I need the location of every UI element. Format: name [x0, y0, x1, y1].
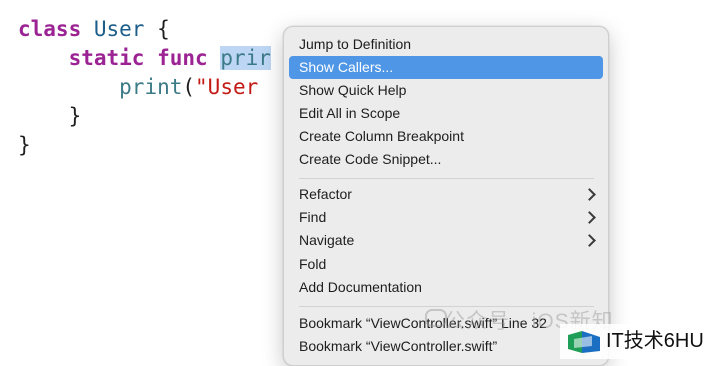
code-keyword-static: static — [68, 46, 145, 70]
menu-item-label: Show Quick Help — [299, 82, 407, 98]
code-type-name: User — [93, 17, 145, 41]
menu-item-label: Find — [299, 209, 327, 225]
chevron-right-icon — [583, 211, 596, 224]
code-line-1[interactable]: class User { — [18, 15, 170, 44]
code-keyword-class: class — [18, 17, 82, 41]
chevron-right-icon — [583, 234, 596, 247]
code-open-brace: { — [144, 17, 170, 41]
menu-item-label: Edit All in Scope — [299, 105, 401, 121]
menu-item-label: Navigate — [299, 232, 355, 248]
menu-item-navigate[interactable]: Navigate — [289, 229, 603, 252]
menu-item-fold[interactable]: Fold — [289, 253, 603, 276]
menu-item-label: Add Documentation — [299, 279, 422, 295]
menu-separator — [299, 178, 594, 179]
menu-item-label: Show Callers... — [299, 59, 394, 75]
code-line-3[interactable]: print("User — [18, 73, 258, 102]
menu-item-create-column-breakpoint[interactable]: Create Column Breakpoint — [289, 125, 603, 148]
code-print-call: print — [119, 75, 183, 99]
code-selected-function-name[interactable]: prir — [220, 46, 271, 70]
code-line-5[interactable]: } — [18, 131, 31, 160]
brand-name: IT技术6HU — [606, 330, 704, 352]
menu-item-edit-all-in-scope[interactable]: Edit All in Scope — [289, 102, 603, 125]
menu-item-create-code-snippet[interactable]: Create Code Snippet... — [289, 148, 603, 171]
code-string-literal: "User — [195, 75, 259, 99]
brand-badge: IT技术6HU — [560, 324, 720, 359]
chevron-right-icon — [583, 188, 596, 201]
menu-item-bookmark-file[interactable]: Bookmark “ViewController.swift” — [289, 335, 603, 358]
brand-logo-icon — [568, 331, 600, 353]
code-keyword-func: func — [157, 46, 208, 70]
menu-item-add-documentation[interactable]: Add Documentation — [289, 276, 603, 299]
code-open-paren: ( — [182, 75, 196, 99]
menu-item-label: Jump to Definition — [299, 36, 412, 52]
menu-item-show-callers[interactable]: Show Callers... — [289, 56, 603, 79]
menu-item-label: Create Code Snippet... — [299, 151, 442, 167]
menu-item-find[interactable]: Find — [289, 206, 603, 229]
menu-item-refactor[interactable]: Refactor — [289, 183, 603, 206]
menu-item-label: Refactor — [299, 186, 352, 202]
menu-item-show-quick-help[interactable]: Show Quick Help — [289, 79, 603, 102]
menu-item-label: Fold — [299, 256, 327, 272]
menu-item-jump-to-definition[interactable]: Jump to Definition — [289, 33, 603, 56]
menu-item-label: Bookmark “ViewController.swift” — [299, 338, 498, 354]
menu-item-label: Create Column Breakpoint — [299, 128, 464, 144]
code-line-4[interactable]: } — [18, 102, 82, 131]
code-line-2[interactable]: static func prir — [18, 44, 271, 73]
